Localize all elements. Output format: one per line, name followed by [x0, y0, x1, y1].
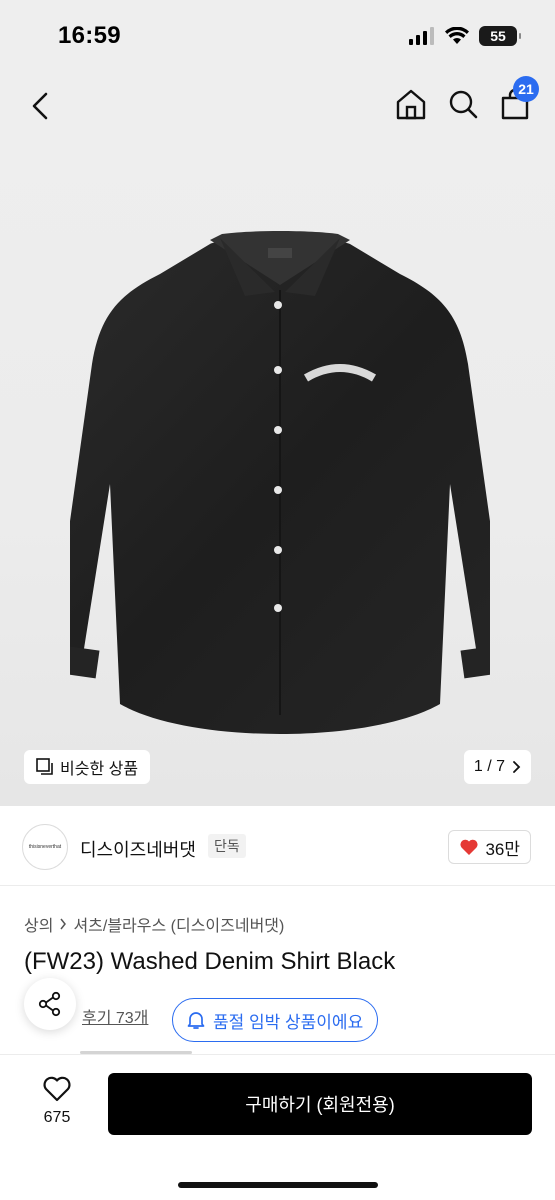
- similar-products-label: 비슷한 상품: [60, 761, 139, 778]
- back-icon[interactable]: [26, 88, 56, 124]
- cart-button[interactable]: 21: [499, 76, 539, 122]
- chevron-right-icon: [60, 918, 67, 930]
- brand-row: thisisneverthat 디스이즈네버댓 단독 36만: [0, 820, 555, 886]
- heart-filled-icon: [460, 839, 478, 855]
- breadcrumb-item-subcategory[interactable]: 셔츠/블라우스 (디스이즈네버댓): [73, 912, 284, 936]
- home-indicator: [178, 1182, 378, 1188]
- status-icons: 55: [409, 26, 521, 46]
- exclusive-badge: 단독: [208, 834, 246, 858]
- status-bar: 16:59 55: [0, 0, 555, 70]
- brand-name[interactable]: 디스이즈네버댓: [80, 836, 196, 862]
- brand-logo-text: thisisneverthat: [28, 844, 62, 850]
- cart-count-badge: 21: [513, 76, 539, 102]
- low-stock-alert-button[interactable]: 품절 임박 상품이에요: [172, 998, 379, 1042]
- buy-button[interactable]: 구매하기 (회원전용): [108, 1073, 532, 1135]
- battery-icon: 55: [479, 26, 521, 46]
- product-image: [70, 231, 490, 734]
- bell-icon: [187, 1012, 205, 1029]
- wishlist-count: 675: [43, 1109, 71, 1126]
- share-icon: [38, 991, 61, 1017]
- wifi-icon: [445, 27, 469, 44]
- low-stock-alert-label: 품절 임박 상품이에요: [213, 1012, 364, 1032]
- breadcrumb-item-category[interactable]: 상의: [24, 912, 53, 936]
- signal-icon: [409, 27, 434, 45]
- brand-like-button[interactable]: 36만: [448, 830, 531, 864]
- product-title: (FW23) Washed Denim Shirt Black: [24, 948, 396, 975]
- wishlist-button[interactable]: 675: [30, 1075, 84, 1127]
- chevron-right-icon: [513, 761, 521, 773]
- image-counter-button[interactable]: 1 / 7: [463, 750, 531, 784]
- share-button[interactable]: [24, 978, 76, 1030]
- brand-like-count: 36만: [485, 839, 520, 859]
- breadcrumb: 상의 셔츠/블라우스 (디스이즈네버댓): [24, 912, 284, 936]
- bottom-action-bar: 675 구매하기 (회원전용): [0, 1054, 555, 1200]
- image-counter-text: 1 / 7: [473, 758, 505, 775]
- brand-logo[interactable]: thisisneverthat: [22, 824, 68, 870]
- status-time: 16:59: [58, 22, 121, 49]
- heart-outline-icon: [43, 1076, 71, 1102]
- search-icon[interactable]: [447, 86, 479, 122]
- header-actions: 21: [395, 76, 539, 122]
- product-image-gallery[interactable]: 21 비슷한 상품 1 / 7: [0, 70, 555, 806]
- similar-products-icon: [36, 758, 53, 775]
- home-icon[interactable]: [395, 86, 427, 122]
- review-link[interactable]: 후기 73개: [82, 1004, 148, 1028]
- similar-products-button[interactable]: 비슷한 상품: [24, 750, 151, 784]
